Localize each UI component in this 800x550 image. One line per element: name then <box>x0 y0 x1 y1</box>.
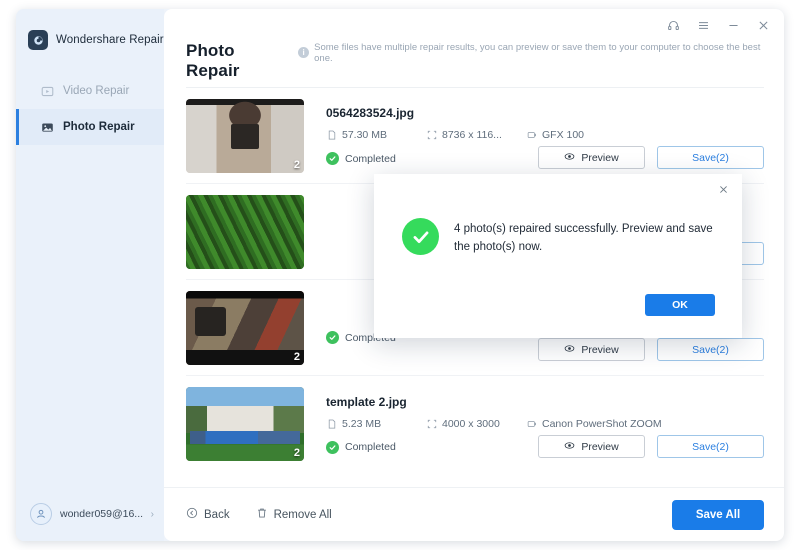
file-size: 57.30 MB <box>326 129 426 141</box>
file-dimensions: 4000 x 3000 <box>426 418 526 430</box>
table-row: 2 0564283524.jpg 57.30 MB 8736 x 116... <box>186 88 764 184</box>
preview-label: Preview <box>581 151 619 164</box>
status-label: Completed <box>345 152 396 165</box>
brand: Wondershare Repairit <box>16 9 170 57</box>
file-name: template 2.jpg <box>326 394 407 409</box>
sidebar-item-video-repair[interactable]: Video Repair <box>16 73 164 109</box>
camera-icon <box>526 418 537 429</box>
headphones-icon[interactable] <box>666 18 680 32</box>
status-label: Completed <box>345 441 396 453</box>
sidebar-item-label: Video Repair <box>63 85 130 97</box>
preview-button[interactable]: Preview <box>538 435 645 458</box>
close-icon[interactable] <box>716 182 730 196</box>
file-size-value: 57.30 MB <box>342 129 387 141</box>
thumbnail-image <box>186 98 304 173</box>
account-button[interactable]: wonder059@16... › <box>16 487 164 541</box>
check-circle-icon <box>326 440 339 454</box>
save-button[interactable]: Save(2) <box>657 338 764 361</box>
thumbnail-image <box>186 290 304 365</box>
app-root: Wondershare Repairit Video Repair Photo … <box>0 0 800 550</box>
chevron-right-icon: › <box>150 508 154 520</box>
table-row: 2 template 2.jpg 5.23 MB 4000 x 3000 Can… <box>186 376 764 472</box>
brand-name: Wondershare Repairit <box>56 34 170 46</box>
sidebar-item-photo-repair[interactable]: Photo Repair <box>16 109 164 145</box>
back-arrow-icon <box>186 507 198 522</box>
minimize-icon[interactable] <box>726 18 740 32</box>
sidebar-nav: Video Repair Photo Repair <box>16 73 164 145</box>
file-size-value: 5.23 MB <box>342 417 382 430</box>
page-title: Photo Repair <box>186 41 240 80</box>
row-actions: Preview Save(2) <box>538 146 764 169</box>
check-circle-icon <box>326 152 339 165</box>
thumbnail-image <box>186 194 304 269</box>
file-icon <box>326 418 337 429</box>
camera-icon <box>526 130 537 141</box>
file-camera-value: Canon PowerShot ZOOM <box>542 417 662 430</box>
save-all-button[interactable]: Save All <box>672 499 764 530</box>
dialog-message: 4 photo(s) repaired successfully. Previe… <box>454 223 713 253</box>
success-dialog: 4 photo(s) repaired successfully. Previe… <box>374 174 742 338</box>
window-titlebar <box>164 9 784 41</box>
sidebar-item-label: Photo Repair <box>63 121 135 133</box>
resize-icon <box>426 418 437 429</box>
preview-label: Preview <box>581 440 619 453</box>
back-label: Back <box>204 508 230 521</box>
hamburger-menu-icon[interactable] <box>696 18 710 32</box>
file-dimensions-value: 8736 x 116... <box>442 129 502 141</box>
sidebar: Wondershare Repairit Video Repair Photo … <box>16 9 170 541</box>
save-button[interactable]: Save(2) <box>657 435 764 458</box>
back-button[interactable]: Back <box>186 507 230 522</box>
file-size: 5.23 MB <box>326 418 426 430</box>
result-count-badge: 2 <box>293 158 300 171</box>
dialog-body: 4 photo(s) repaired successfully. Previe… <box>374 174 742 257</box>
file-thumbnail[interactable]: 2 <box>186 387 304 461</box>
remove-all-button[interactable]: Remove All <box>256 507 332 522</box>
eye-icon <box>564 440 575 454</box>
result-count-badge: 2 <box>293 350 300 363</box>
file-meta: 57.30 MB 8736 x 116... GFX 100 <box>326 129 764 141</box>
check-circle-icon <box>326 331 339 344</box>
video-icon <box>40 84 54 98</box>
file-thumbnail[interactable]: 2 <box>186 98 304 173</box>
preview-button[interactable]: Preview <box>538 338 645 361</box>
photo-icon <box>40 120 54 134</box>
eye-icon <box>564 343 575 357</box>
resize-icon <box>426 130 437 141</box>
hint-text: Some files have multiple repair results,… <box>314 41 761 64</box>
row-actions: Preview Save(2) <box>538 338 764 361</box>
main-panel: Photo Repair i Some files have multiple … <box>164 9 784 541</box>
footer-bar: Back Remove All Save All <box>164 487 784 541</box>
file-camera: Canon PowerShot ZOOM <box>526 418 662 430</box>
repairit-logo-icon <box>28 30 48 50</box>
account-name: wonder059@16... <box>60 508 143 520</box>
save-button[interactable]: Save(2) <box>657 146 764 169</box>
page-header: Photo Repair i Some files have multiple … <box>164 41 784 81</box>
file-icon <box>326 130 337 141</box>
header-hint: i Some files have multiple repair result… <box>298 42 764 64</box>
thumbnail-image <box>186 387 304 461</box>
file-name: 0564283524.jpg <box>326 106 415 120</box>
preview-label: Preview <box>581 343 619 356</box>
file-dimensions: 8736 x 116... <box>426 129 526 141</box>
file-camera: GFX 100 <box>526 129 584 141</box>
check-circle-icon <box>402 218 439 255</box>
application-window: Wondershare Repairit Video Repair Photo … <box>16 9 784 541</box>
file-thumbnail[interactable] <box>186 194 304 269</box>
trash-icon <box>256 507 268 522</box>
result-count-badge: 2 <box>293 447 300 459</box>
file-dimensions-value: 4000 x 3000 <box>442 417 500 430</box>
preview-button[interactable]: Preview <box>538 146 645 169</box>
remove-all-label: Remove All <box>273 508 332 521</box>
info-icon[interactable]: i <box>298 47 310 58</box>
file-thumbnail[interactable]: 2 <box>186 290 304 365</box>
file-camera-value: GFX 100 <box>542 129 585 141</box>
ok-button[interactable]: OK <box>645 294 715 316</box>
row-actions: Preview Save(2) <box>538 435 764 458</box>
file-meta: 5.23 MB 4000 x 3000 Canon PowerShot ZOOM <box>326 418 764 430</box>
user-avatar-icon <box>30 503 52 525</box>
close-icon[interactable] <box>756 18 770 32</box>
eye-icon <box>564 151 575 165</box>
